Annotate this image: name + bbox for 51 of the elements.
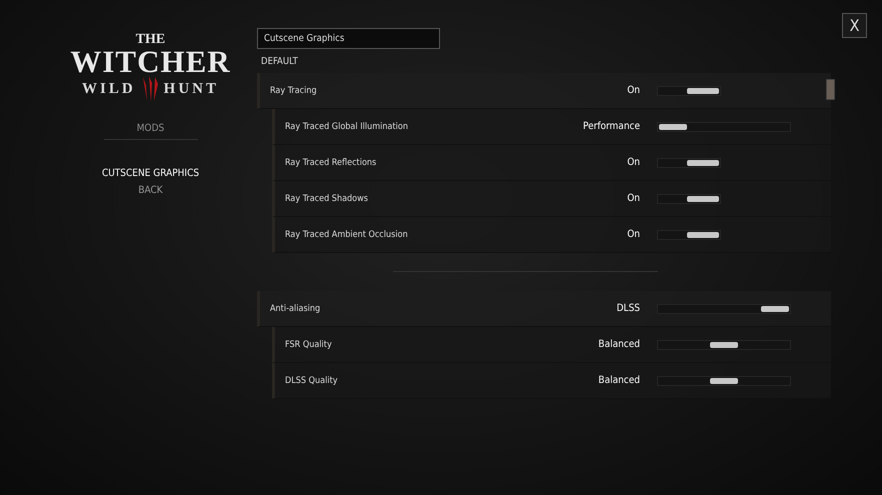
setting-row[interactable]: DLSS Quality Balanced bbox=[272, 363, 831, 399]
slider-thumb[interactable] bbox=[710, 342, 738, 348]
toggle-thumb[interactable] bbox=[687, 232, 719, 238]
setting-row[interactable]: Ray Traced Shadows On bbox=[272, 181, 831, 217]
setting-value: DLSS bbox=[616, 303, 640, 314]
setting-label: Ray Tracing bbox=[269, 86, 318, 96]
slider-thumb[interactable] bbox=[659, 124, 687, 130]
logo-text: WILD bbox=[82, 80, 136, 98]
menu-heading: MODS bbox=[104, 123, 198, 140]
preset-field[interactable]: Cutscene Graphics bbox=[257, 28, 440, 49]
setting-value: On bbox=[626, 193, 640, 204]
default-button[interactable]: DEFAULT bbox=[261, 56, 831, 71]
logo-title: WITCHER bbox=[70, 47, 231, 77]
setting-row[interactable]: Ray Traced Ambient Occlusion On bbox=[272, 217, 831, 253]
setting-label: Anti-aliasing bbox=[269, 304, 322, 314]
setting-row[interactable]: Ray Traced Reflections On bbox=[272, 145, 831, 181]
menu-item[interactable]: BACK bbox=[138, 185, 163, 196]
menu-item[interactable]: CUTSCENE GRAPHICS bbox=[102, 168, 200, 179]
slider-track[interactable] bbox=[657, 122, 791, 132]
setting-row[interactable]: Ray Tracing On bbox=[257, 73, 831, 109]
setting-label: FSR Quality bbox=[284, 340, 333, 350]
setting-label: Ray Traced Global Illumination bbox=[284, 122, 409, 132]
slider-track[interactable] bbox=[657, 158, 721, 168]
logo-text: HUNT bbox=[164, 80, 220, 98]
setting-value: On bbox=[626, 157, 640, 168]
setting-label: Ray Traced Ambient Occlusion bbox=[284, 230, 409, 240]
slider-track[interactable] bbox=[657, 376, 791, 386]
toggle-thumb[interactable] bbox=[687, 88, 719, 94]
slider-thumb[interactable] bbox=[710, 378, 738, 384]
setting-row[interactable]: Ray Traced Global Illumination Performance bbox=[272, 109, 831, 145]
setting-value: On bbox=[626, 85, 640, 96]
setting-value: Balanced bbox=[597, 375, 640, 386]
setting-value: Performance bbox=[582, 121, 640, 132]
setting-label: DLSS Quality bbox=[284, 376, 339, 386]
slider-track[interactable] bbox=[657, 194, 721, 204]
slider-track[interactable] bbox=[657, 230, 721, 240]
setting-value: On bbox=[626, 229, 640, 240]
scrollbar-thumb[interactable] bbox=[826, 79, 835, 100]
setting-label: Ray Traced Reflections bbox=[284, 158, 378, 168]
setting-value: Balanced bbox=[597, 339, 640, 350]
setting-row[interactable]: FSR Quality Balanced bbox=[272, 327, 831, 363]
toggle-thumb[interactable] bbox=[687, 160, 719, 166]
close-button[interactable]: X bbox=[842, 13, 867, 38]
toggle-thumb[interactable] bbox=[687, 196, 719, 202]
setting-row[interactable]: Anti-aliasing DLSS bbox=[257, 291, 831, 327]
slider-thumb[interactable] bbox=[761, 306, 789, 312]
logo-text: THE bbox=[136, 33, 166, 47]
setting-label: Ray Traced Shadows bbox=[284, 194, 369, 204]
slider-track[interactable] bbox=[657, 304, 791, 314]
slider-track[interactable] bbox=[657, 340, 791, 350]
slider-track[interactable] bbox=[657, 86, 721, 96]
